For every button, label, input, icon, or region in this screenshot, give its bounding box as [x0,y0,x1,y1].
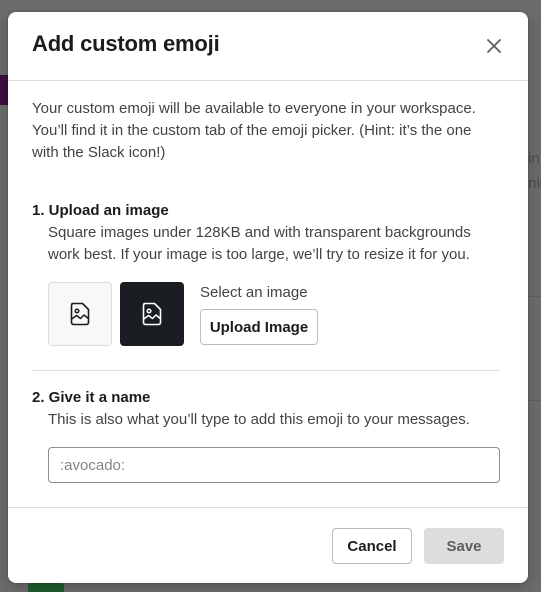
upload-step-description: Square images under 128KB and with trans… [48,224,471,263]
upload-section: 1. Upload an image Square images under 1… [32,200,502,266]
close-icon [487,39,501,53]
intro-text: Your custom emoji will be available to e… [32,100,476,161]
name-section: 2. Give it a name This is also what you’… [32,387,502,431]
dialog-title: Add custom emoji [32,31,220,56]
save-button[interactable]: Save [424,528,504,564]
dialog-footer: Cancel Save [8,507,528,583]
name-step-description: This is also what you’ll type to add thi… [48,411,470,428]
section-divider [32,370,500,371]
dialog-header: Add custom emoji [8,12,528,81]
upload-step-title: 1. Upload an image [32,202,169,219]
background-text: in [528,150,540,167]
close-button[interactable] [478,30,510,62]
upload-image-button[interactable]: Upload Image [200,309,318,345]
select-image-label: Select an image [200,284,308,301]
cancel-button[interactable]: Cancel [332,528,412,564]
name-step-title: 2. Give it a name [32,389,151,406]
background-avatar [28,583,64,592]
background-text: nic [528,175,541,192]
dialog-body: Your custom emoji will be available to e… [32,98,502,483]
emoji-name-input[interactable] [48,447,500,483]
light-preview [48,282,112,346]
image-icon [142,302,162,326]
background-sidebar-edge [0,75,8,105]
add-custom-emoji-dialog: Add custom emoji Your custom emoji will … [8,12,528,583]
background-divider [528,400,541,401]
dark-preview [120,282,184,346]
image-icon [70,302,90,326]
background-divider [528,296,541,297]
